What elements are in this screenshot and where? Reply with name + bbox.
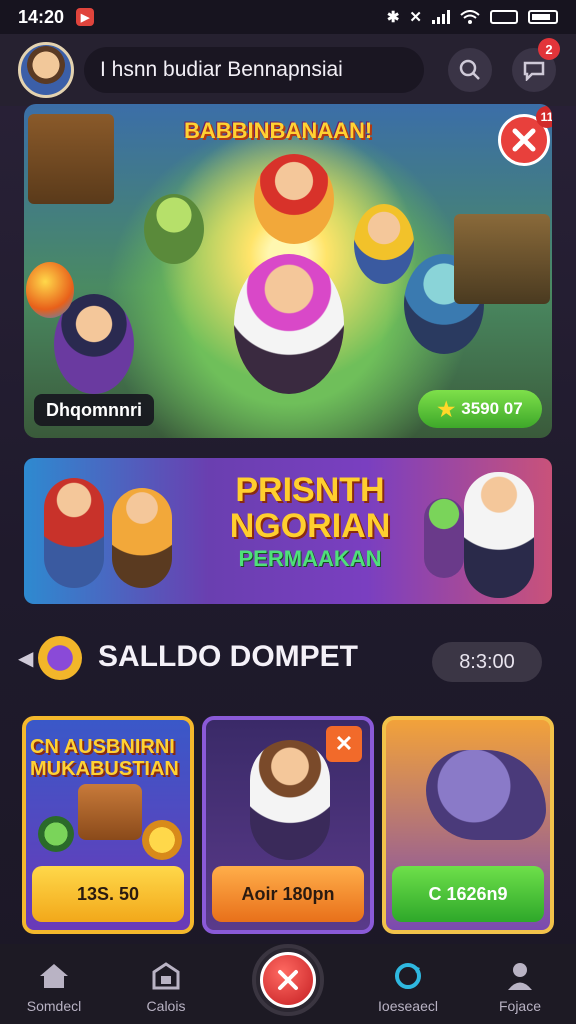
card-close-button[interactable]: ✕ xyxy=(326,726,362,762)
coins-icon xyxy=(142,820,182,860)
nav-label: Ioeseaecl xyxy=(378,998,438,1014)
structure-art xyxy=(454,214,550,304)
character-art xyxy=(464,472,534,598)
search-icon xyxy=(459,59,480,80)
header: I hsnn budiar Bennapnsiai 2 xyxy=(0,34,576,106)
promo-line3: PERMAAKAN xyxy=(238,546,382,571)
nav-item-store[interactable]: Calois xyxy=(118,960,214,1014)
mute-icon: ✕ xyxy=(409,9,422,26)
battery-icon xyxy=(528,10,558,24)
search-button[interactable] xyxy=(448,48,492,92)
promo-line1: PRISNTH xyxy=(235,471,385,509)
character-art xyxy=(234,254,344,394)
promo-banner[interactable]: PRISNTH NGORIAN PERMAAKAN xyxy=(24,458,552,604)
chat-badge: 2 xyxy=(538,38,560,60)
game-card[interactable]: CN AUSBNIRNI MUKABUSTIAN 13S. 50 xyxy=(22,716,194,934)
wallet-balance[interactable]: 8:3:00 xyxy=(432,642,542,682)
nav-item-refresh[interactable]: Ioeseaecl xyxy=(360,960,456,1014)
avatar[interactable] xyxy=(18,42,74,98)
notification-icon: ▶ xyxy=(76,8,95,26)
hero-close-badge: 11 xyxy=(536,106,552,128)
wallet-coin-icon xyxy=(38,636,82,680)
wifi-icon xyxy=(460,10,480,24)
wallet-row: ◀ SALLDO DOMPET 8:3:00 xyxy=(18,632,558,682)
game-card[interactable]: C 1626n9 xyxy=(382,716,554,934)
status-bar: 14:20 ▶ ✱ ✕ xyxy=(0,0,576,34)
card-title: CN AUSBNIRNI MUKABUSTIAN xyxy=(30,736,179,780)
username-pill[interactable]: I hsnn budiar Bennapnsiai xyxy=(84,47,424,93)
character-art xyxy=(112,488,172,588)
star-icon: ★ xyxy=(437,398,456,421)
character-art xyxy=(424,498,464,578)
hero-label: Dhqomnnri xyxy=(34,394,154,426)
chat-icon xyxy=(523,61,545,81)
hero-price-value: 3590 07 xyxy=(461,399,523,418)
card-price-button[interactable]: Aoir 180pn xyxy=(212,866,364,922)
back-arrow-icon[interactable]: ◀ xyxy=(18,646,33,671)
character-art xyxy=(144,194,204,264)
close-icon xyxy=(512,128,536,152)
character-art xyxy=(354,204,414,284)
profile-icon xyxy=(502,960,538,992)
nav-label: Fojace xyxy=(498,998,542,1014)
refresh-icon xyxy=(390,960,426,992)
nav-item-profile[interactable]: Fojace xyxy=(472,960,568,1014)
game-card[interactable]: ✕ Aoir 180pn xyxy=(202,716,374,934)
treasure-chest-icon xyxy=(78,784,142,840)
character-art xyxy=(250,740,330,860)
hero-title: BABBINBANAAN! xyxy=(184,118,373,143)
hero-banner[interactable]: BABBINBANAAN! 11 Dhqomnnri ★ 3590 07 xyxy=(24,104,552,438)
signal-icon xyxy=(432,10,450,24)
bluetooth-icon: ✱ xyxy=(386,9,400,26)
coin-icon xyxy=(38,816,74,852)
store-icon xyxy=(148,960,184,992)
close-icon: ✕ xyxy=(334,731,354,756)
nav-center-button[interactable] xyxy=(252,944,324,1016)
status-time: 14:20 xyxy=(18,6,65,27)
battery-saver-icon xyxy=(490,10,518,24)
hero-price-button[interactable]: ★ 3590 07 xyxy=(418,390,542,428)
nav-label: Somdecl xyxy=(26,998,82,1014)
dragon-art xyxy=(426,750,546,840)
structure-art xyxy=(28,114,114,204)
home-icon xyxy=(36,960,72,992)
character-art xyxy=(254,154,334,244)
promo-text: PRISNTH NGORIAN PERMAAKAN xyxy=(210,472,410,572)
card-price-button[interactable]: C 1626n9 xyxy=(392,866,544,922)
center-close-icon xyxy=(260,952,316,1008)
orb-art xyxy=(26,262,74,318)
promo-line2: NGORIAN xyxy=(229,507,391,545)
nav-label: Calois xyxy=(146,998,186,1014)
character-art xyxy=(44,478,104,588)
nav-item-home[interactable]: Somdecl xyxy=(6,960,102,1014)
card-price-button[interactable]: 13S. 50 xyxy=(32,866,184,922)
status-icons: ✱ ✕ xyxy=(387,8,558,26)
wallet-title: SALLDO DOMPET xyxy=(98,640,358,673)
